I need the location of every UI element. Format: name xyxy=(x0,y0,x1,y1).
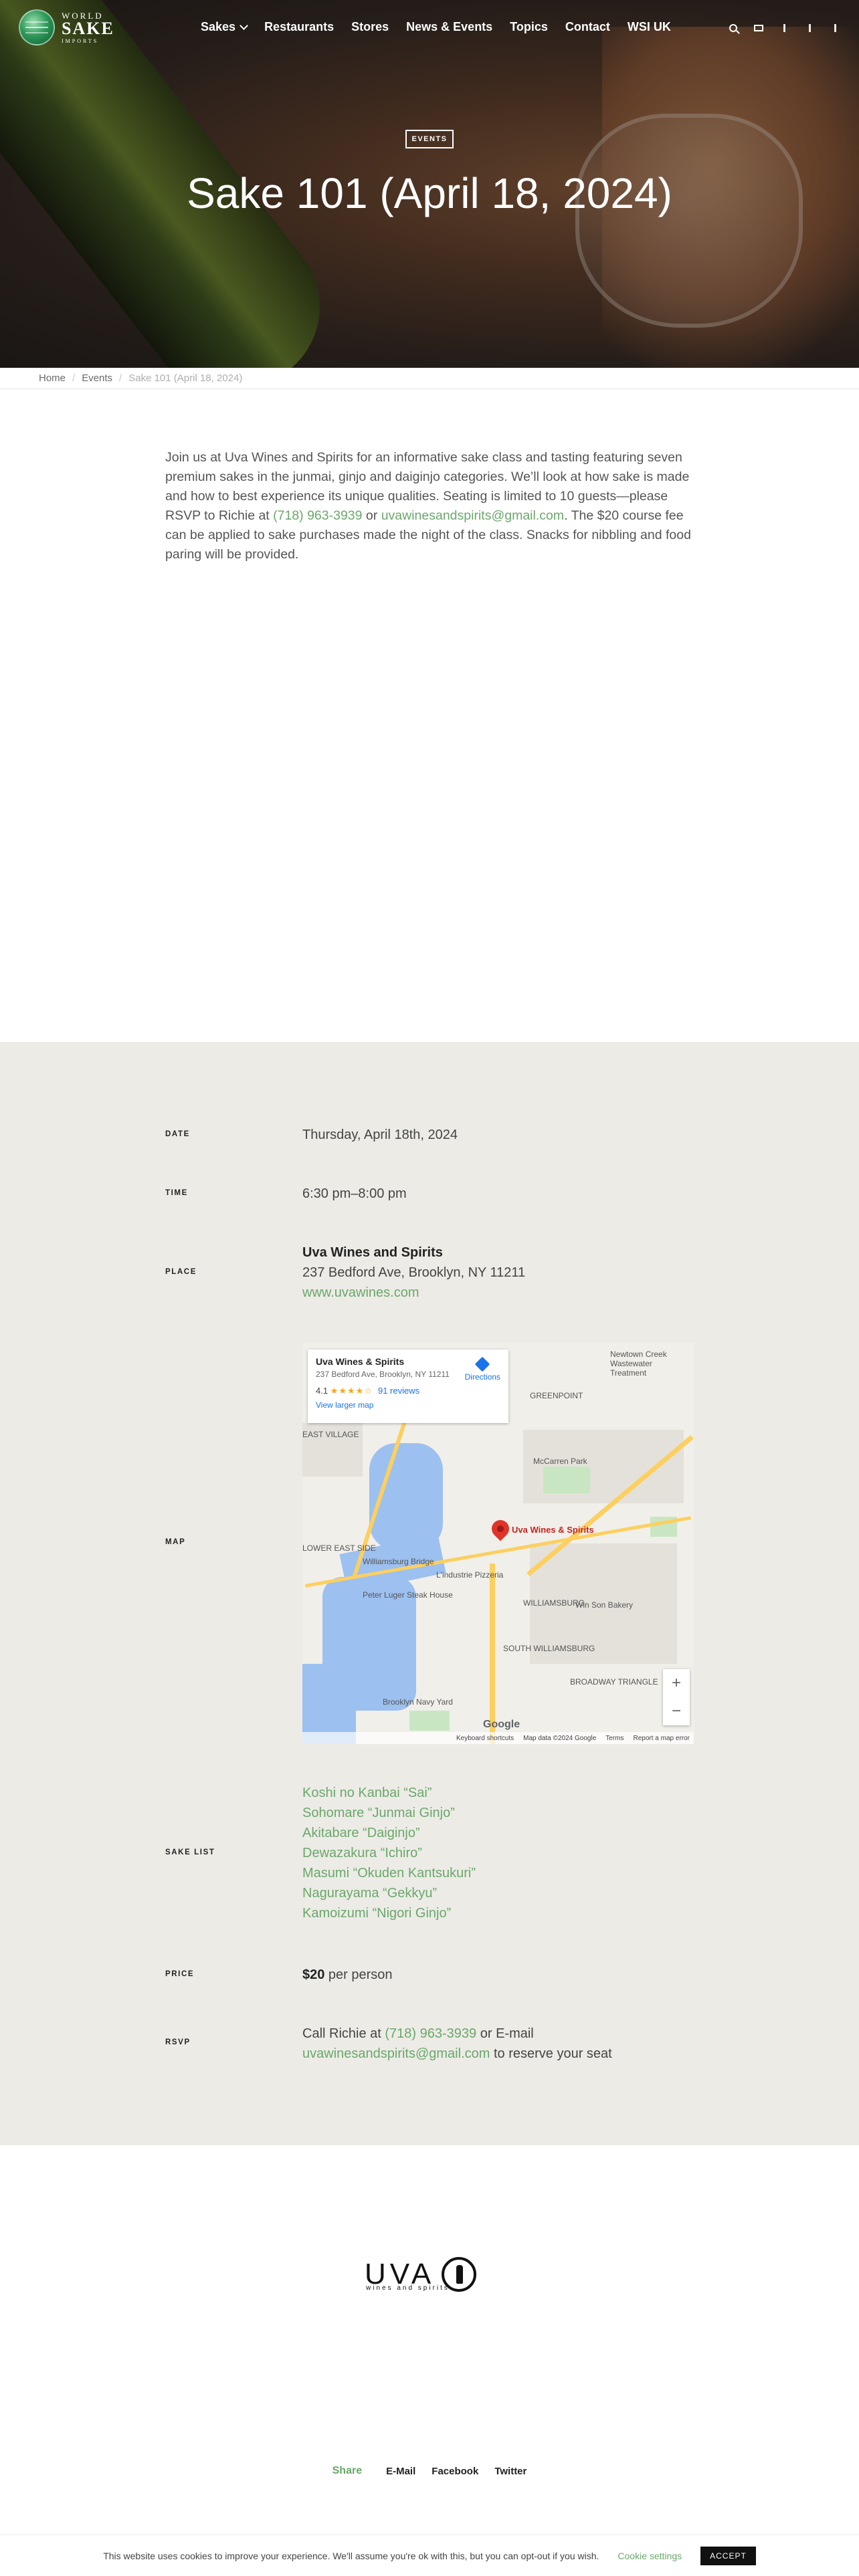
embedded-map[interactable]: GREENPOINT WILLIAMSBURG SOUTH WILLIAMSBU… xyxy=(302,1343,694,1744)
logo-line-3: IMPORTS xyxy=(62,37,99,44)
sake-list: Koshi no Kanbai “Sai” Sohomare “Junmai G… xyxy=(302,1783,697,1923)
map-footer: Keyboard shortcuts Map data ©2024 Google… xyxy=(302,1732,694,1744)
date-value: Thursday, April 18th, 2024 xyxy=(302,1128,458,1142)
email-link[interactable]: uvawinesandspirits@gmail.com xyxy=(381,508,564,523)
breadcrumb-home[interactable]: Home xyxy=(39,372,66,384)
map-label-navy-yard: Brooklyn Navy Yard xyxy=(383,1697,453,1707)
map-label-newtown-creek: Newtown Creek Wastewater Treatment xyxy=(610,1350,667,1378)
share-facebook-link[interactable]: Facebook xyxy=(432,2466,478,2477)
sake-link[interactable]: Koshi no Kanbai “Sai” xyxy=(302,1783,697,1803)
cookie-settings-link[interactable]: Cookie settings xyxy=(617,2551,682,2561)
share-bar: Share E-Mail Facebook Twitter xyxy=(0,2465,859,2477)
nav-item-stores[interactable]: Stores xyxy=(351,20,389,34)
nav-item-topics[interactable]: Topics xyxy=(510,20,548,34)
site-logo[interactable]: WORLD SAKE IMPORTS xyxy=(19,9,114,45)
map-pin-label: Uva Wines & Spirits xyxy=(512,1525,594,1535)
location-pin-icon[interactable] xyxy=(488,1516,513,1541)
place-website-link[interactable]: www.uvawines.com xyxy=(302,1285,419,1300)
sake-link[interactable]: Dewazakura “Ichiro” xyxy=(302,1843,697,1863)
rsvp-label: RSVP xyxy=(165,2038,191,2046)
share-email-link[interactable]: E-Mail xyxy=(386,2466,415,2477)
sake-link[interactable]: Nagurayama “Gekkyu” xyxy=(302,1883,697,1903)
chevron-down-icon xyxy=(240,21,248,30)
search-icon[interactable] xyxy=(728,23,739,33)
mail-icon[interactable] xyxy=(753,23,764,33)
map-label-les: LOWER EAST SIDE xyxy=(302,1543,376,1553)
zoom-out-button[interactable]: − xyxy=(672,1702,681,1721)
place-name: Uva Wines and Spirits xyxy=(302,1245,443,1260)
logo-mark-icon xyxy=(19,9,55,45)
phone-link[interactable]: (718) 963-3939 xyxy=(273,508,362,523)
cookie-accept-button[interactable]: ACCEPT xyxy=(700,2546,756,2565)
instagram-icon[interactable] xyxy=(830,23,840,33)
nav-item-news-events[interactable]: News & Events xyxy=(406,20,492,34)
map-label-mccarren-park: McCarren Park xyxy=(533,1457,587,1466)
price-amount: $20 xyxy=(302,1967,325,1982)
facebook-icon[interactable] xyxy=(779,23,789,33)
place-address: 237 Bedford Ave, Brooklyn, NY 11211 xyxy=(302,1265,526,1280)
sake-link[interactable]: Akitabare “Daiginjo” xyxy=(302,1823,697,1843)
event-details: DATE Thursday, April 18th, 2024 TIME 6:3… xyxy=(0,1042,859,2145)
date-label: DATE xyxy=(165,1130,190,1138)
breadcrumb: Home / Events / Sake 101 (April 18, 2024… xyxy=(0,368,859,389)
map-label-east-village: EAST VILLAGE xyxy=(302,1430,359,1439)
cookie-text: This website uses cookies to improve you… xyxy=(103,2550,599,2561)
view-larger-map-link[interactable]: View larger map xyxy=(316,1400,500,1410)
page-title: Sake 101 (April 18, 2024) xyxy=(187,169,672,217)
nav-item-contact[interactable]: Contact xyxy=(565,20,610,34)
top-navigation: WORLD SAKE IMPORTS Sakes Restaurants Sto… xyxy=(0,0,859,60)
map-row: MAP GREENPOINT WILLIAMSBURG SOUTH WILLIA… xyxy=(165,1343,694,1744)
price-suffix: per person xyxy=(324,1967,393,1982)
map-info-card: Uva Wines & Spirits 237 Bedford Ave, Bro… xyxy=(308,1350,508,1423)
map-label: MAP xyxy=(165,1538,186,1546)
map-zoom-controls: + − xyxy=(663,1669,690,1725)
uva-logo: UVA wines and spirits xyxy=(365,2254,494,2295)
map-report-error-link[interactable]: Report a map error xyxy=(634,1735,690,1742)
twitter-icon[interactable] xyxy=(804,23,815,33)
map-keyboard-shortcuts[interactable]: Keyboard shortcuts xyxy=(456,1735,514,1742)
map-card-rating: 4.1 xyxy=(316,1386,328,1396)
time-value: 6:30 pm–8:00 pm xyxy=(302,1186,407,1201)
map-card-reviews-link[interactable]: 91 reviews xyxy=(378,1386,419,1396)
map-data-credit: Map data ©2024 Google xyxy=(523,1734,597,1742)
map-label-lindustrie: L'industrie Pizzeria xyxy=(436,1570,504,1580)
sake-link[interactable]: Kamoizumi “Nigori Ginjo” xyxy=(302,1903,697,1923)
logo-line-2: SAKE xyxy=(62,18,114,38)
rsvp-email-link[interactable]: uvawinesandspirits@gmail.com xyxy=(302,2046,490,2061)
map-label-peter-luger: Peter Luger Steak House xyxy=(363,1590,453,1600)
rating-stars-icon: ★★★★☆ xyxy=(330,1386,373,1396)
nav-item-wsi-uk[interactable]: WSI UK xyxy=(628,20,671,34)
sake-link[interactable]: Sohomare “Junmai Ginjo” xyxy=(302,1803,697,1823)
hero-banner: WORLD SAKE IMPORTS Sakes Restaurants Sto… xyxy=(0,0,859,368)
map-terms-link[interactable]: Terms xyxy=(605,1735,624,1742)
breadcrumb-current: Sake 101 (April 18, 2024) xyxy=(128,372,243,384)
sake-list-label: SAKE LIST xyxy=(165,1848,215,1856)
price-label: PRICE xyxy=(165,1970,195,1978)
map-label-south-williamsburg: SOUTH WILLIAMSBURG xyxy=(503,1644,595,1653)
google-logo: Google xyxy=(483,1719,520,1730)
map-label-win-son: Win Son Bakery xyxy=(575,1600,634,1610)
breadcrumb-events[interactable]: Events xyxy=(82,372,112,384)
nav-item-restaurants[interactable]: Restaurants xyxy=(264,20,334,34)
cookie-banner: This website uses cookies to improve you… xyxy=(0,2535,859,2576)
map-label-greenpoint: GREENPOINT xyxy=(530,1391,583,1400)
nav-item-sakes[interactable]: Sakes xyxy=(201,20,248,34)
share-twitter-link[interactable]: Twitter xyxy=(494,2466,527,2477)
time-label: TIME xyxy=(165,1189,188,1197)
event-description: Join us at Uva Wines and Spirits for an … xyxy=(165,450,691,562)
place-label: PLACE xyxy=(165,1268,197,1276)
rsvp-phone-link[interactable]: (718) 963-3939 xyxy=(385,2026,476,2041)
zoom-in-button[interactable]: + xyxy=(672,1674,681,1693)
map-label-broadway-triangle: BROADWAY TRIANGLE xyxy=(570,1677,658,1687)
header-icons xyxy=(728,23,840,33)
uva-subtitle: wines and spirits xyxy=(366,2284,450,2292)
map-label-williamsburg-bridge: Williamsburg Bridge xyxy=(363,1557,434,1566)
main-nav: Sakes Restaurants Stores News & Events T… xyxy=(201,20,671,34)
share-title: Share xyxy=(332,2465,363,2476)
directions-icon xyxy=(474,1356,490,1372)
sake-link[interactable]: Masumi “Okuden Kantsukuri” xyxy=(302,1863,697,1883)
events-badge[interactable]: EVENTS xyxy=(405,130,454,148)
directions-button[interactable]: Directions xyxy=(465,1356,500,1382)
